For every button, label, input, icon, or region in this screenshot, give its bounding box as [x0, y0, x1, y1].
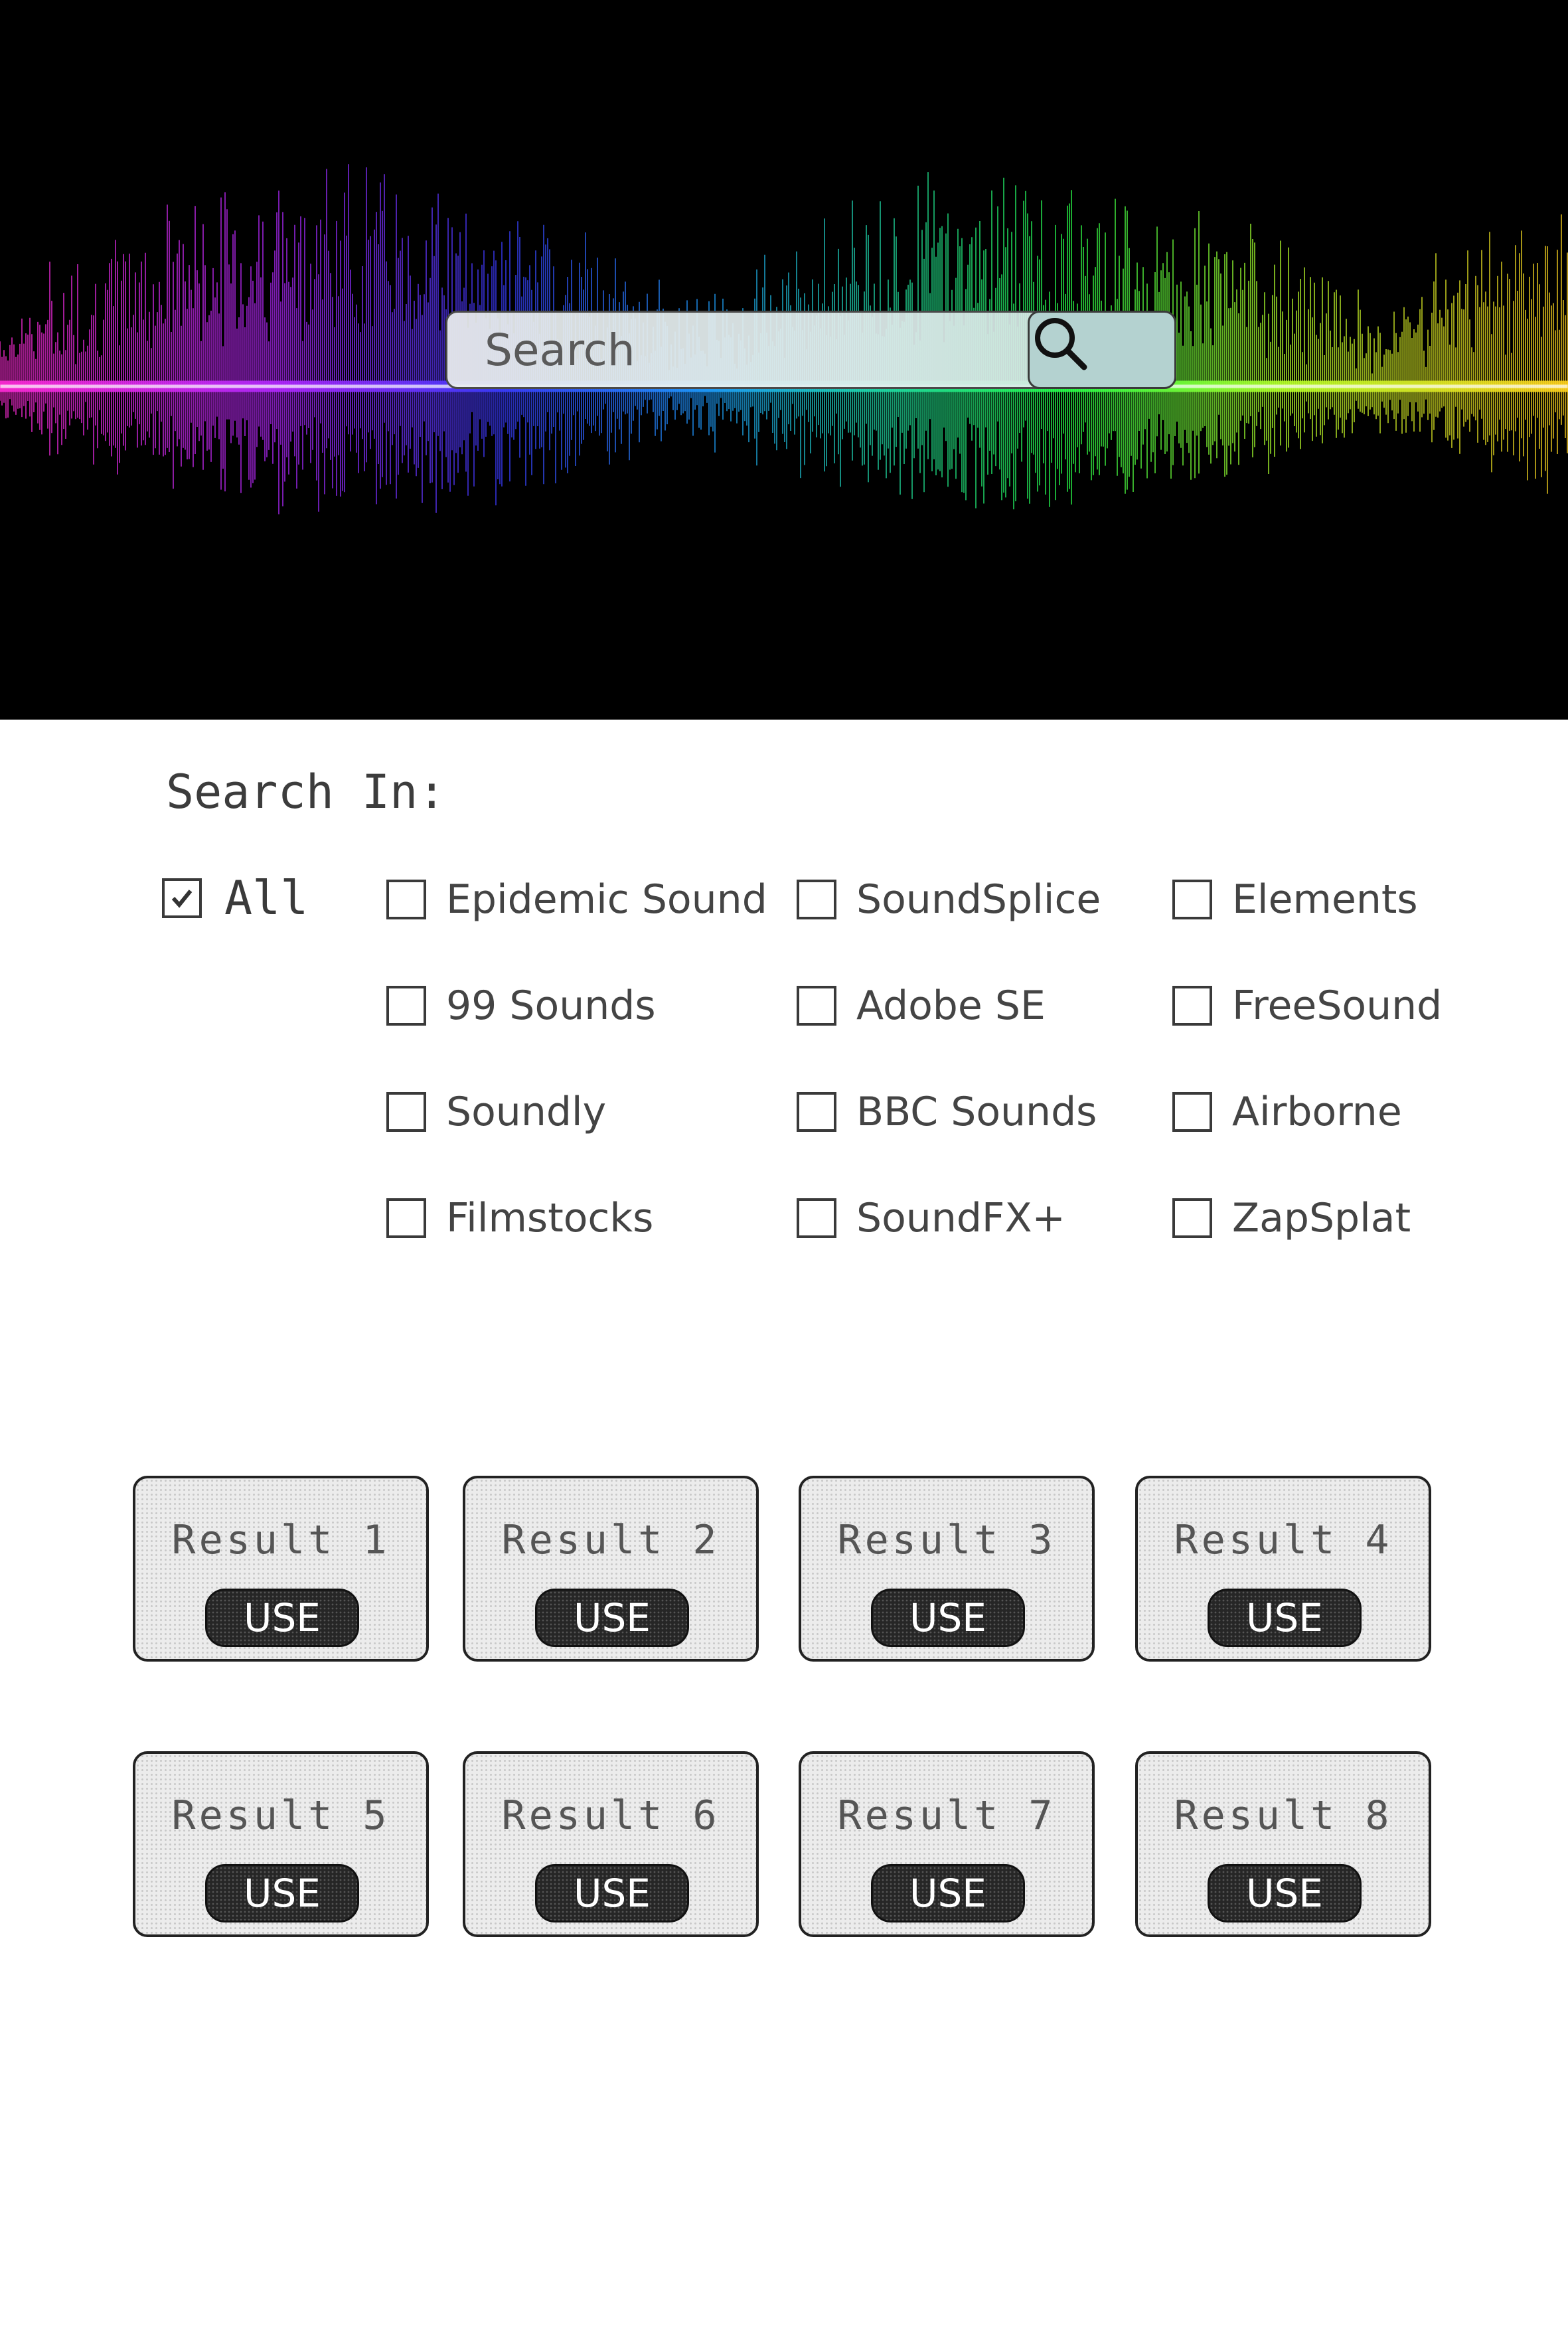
result-title: Result 4	[1174, 1517, 1393, 1563]
use-button[interactable]: USE	[871, 1589, 1025, 1647]
source-checkbox[interactable]	[386, 880, 426, 919]
source-label: Filmstocks	[446, 1195, 654, 1241]
use-button[interactable]: USE	[535, 1864, 689, 1922]
source-option[interactable]: SoundSplice	[797, 870, 1101, 929]
source-option[interactable]: Soundly	[386, 1082, 606, 1142]
source-checkbox[interactable]	[386, 1198, 426, 1238]
result-title: Result 7	[837, 1792, 1056, 1839]
source-label: SoundFX+	[856, 1195, 1065, 1241]
source-label: Soundly	[446, 1089, 607, 1135]
result-card: Result 2 USE	[463, 1476, 759, 1662]
option-label-all: All	[224, 871, 309, 925]
source-label: FreeSound	[1232, 982, 1443, 1029]
source-label: Elements	[1232, 876, 1418, 923]
source-option-all[interactable]: All	[162, 868, 308, 928]
use-button[interactable]: USE	[1208, 1864, 1362, 1922]
source-checkbox[interactable]	[1172, 1092, 1212, 1132]
source-option[interactable]: Epidemic Sound	[386, 870, 767, 929]
source-label: Airborne	[1232, 1089, 1402, 1135]
source-option[interactable]: ZapSplat	[1172, 1188, 1411, 1248]
result-card: Result 1 USE	[133, 1476, 429, 1662]
source-label: Adobe SE	[856, 982, 1046, 1029]
source-checkbox[interactable]	[797, 1198, 836, 1238]
checkbox-all[interactable]	[162, 878, 202, 918]
header-banner	[0, 0, 1568, 720]
result-title: Result 8	[1174, 1792, 1393, 1839]
source-checkbox[interactable]	[386, 986, 426, 1026]
source-option[interactable]: BBC Sounds	[797, 1082, 1097, 1142]
result-card: Result 7 USE	[799, 1751, 1095, 1937]
source-checkbox[interactable]	[797, 986, 836, 1026]
use-button[interactable]: USE	[871, 1864, 1025, 1922]
use-button[interactable]: USE	[1208, 1589, 1362, 1647]
source-option[interactable]: SoundFX+	[797, 1188, 1065, 1248]
source-label: ZapSplat	[1232, 1195, 1411, 1241]
source-label: 99 Sounds	[446, 982, 656, 1029]
checkmark-icon	[171, 890, 193, 908]
search-bar	[445, 311, 1176, 389]
source-checkbox[interactable]	[797, 1092, 836, 1132]
use-button[interactable]: USE	[205, 1589, 359, 1647]
source-option[interactable]: Airborne	[1172, 1082, 1402, 1142]
result-title: Result 5	[171, 1792, 390, 1839]
result-title: Result 3	[837, 1517, 1056, 1563]
result-title: Result 2	[501, 1517, 720, 1563]
magnifier-icon	[1035, 318, 1087, 370]
source-checkbox[interactable]	[386, 1092, 426, 1132]
result-card: Result 3 USE	[799, 1476, 1095, 1662]
use-button[interactable]: USE	[205, 1864, 359, 1922]
source-option[interactable]: Elements	[1172, 870, 1418, 929]
source-option[interactable]: Filmstocks	[386, 1188, 653, 1248]
use-button[interactable]: USE	[535, 1589, 689, 1647]
source-label: BBC Sounds	[856, 1089, 1097, 1135]
search-in-heading: Search In:	[166, 765, 446, 819]
source-checkbox[interactable]	[1172, 1198, 1212, 1238]
source-checkbox[interactable]	[797, 880, 836, 919]
result-title: Result 1	[171, 1517, 390, 1563]
search-input[interactable]	[447, 313, 1032, 387]
source-option[interactable]: FreeSound	[1172, 976, 1442, 1036]
source-label: SoundSplice	[856, 876, 1101, 923]
result-card: Result 6 USE	[463, 1751, 759, 1937]
source-checkbox[interactable]	[1172, 986, 1212, 1026]
result-card: Result 8 USE	[1135, 1751, 1431, 1937]
source-option[interactable]: 99 Sounds	[386, 976, 656, 1036]
source-checkbox[interactable]	[1172, 880, 1212, 919]
source-label: Epidemic Sound	[446, 876, 767, 923]
source-option[interactable]: Adobe SE	[797, 976, 1046, 1036]
search-button[interactable]	[1028, 311, 1176, 389]
result-card: Result 5 USE	[133, 1751, 429, 1937]
result-title: Result 6	[501, 1792, 720, 1839]
result-card: Result 4 USE	[1135, 1476, 1431, 1662]
